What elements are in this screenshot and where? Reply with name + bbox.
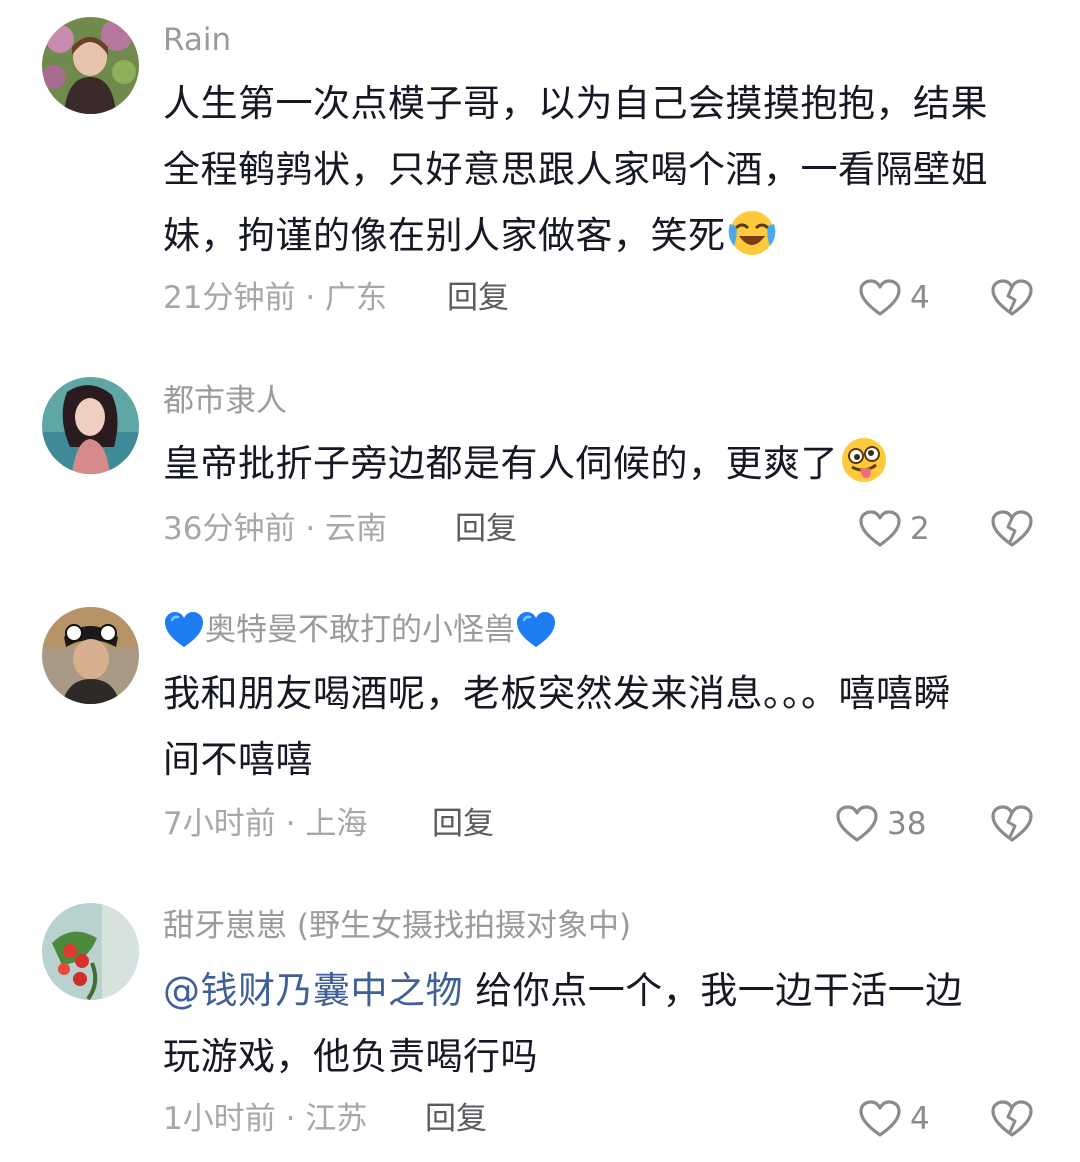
location: 上海: [305, 806, 368, 842]
location: 广东: [325, 280, 388, 316]
like-count: 4: [910, 280, 930, 316]
comment-line: 我和朋友喝酒呢，老板突然发来消息。。。嘻嘻瞬: [163, 672, 951, 715]
mention-link[interactable]: @钱财乃囊中之物: [163, 969, 463, 1012]
comment-line-text: 皇帝批折子旁边都是有人伺候的，更爽了: [163, 442, 838, 485]
comment-meta: 36分钟前 · 云南: [163, 509, 387, 549]
username[interactable]: 甜牙崽崽 (野生女摄找拍摄对象中): [163, 906, 631, 946]
avatar[interactable]: [42, 903, 139, 1000]
broken-heart-icon: [990, 278, 1034, 318]
username-text: 奥特曼不敢打的小怪兽: [205, 612, 515, 648]
separator: ·: [305, 280, 316, 316]
comment-line: 玩游戏，他负责喝行吗: [163, 1035, 538, 1078]
timestamp: 1小时前: [163, 1101, 276, 1137]
comment-line: @钱财乃囊中之物 给你点一个，我一边干活一边: [163, 958, 1043, 1024]
separator: ·: [285, 1101, 296, 1137]
broken-heart-icon: [990, 1099, 1034, 1139]
like-count: 2: [910, 511, 930, 547]
avatar[interactable]: [42, 607, 139, 704]
comment-line: 间不嘻嘻: [163, 738, 313, 781]
comment-meta: 1小时前 · 江苏: [163, 1099, 367, 1139]
comment-line: 妹，拘谨的像在别人家做客，笑死: [163, 203, 1043, 269]
username[interactable]: 都市隶人: [163, 381, 287, 421]
comment-line-text: 给你点一个，我一边干活一边: [463, 969, 963, 1012]
blue-heart-icon: [163, 610, 205, 650]
comment-line: 皇帝批折子旁边都是有人伺候的，更爽了: [163, 431, 1043, 497]
heart-icon: [858, 509, 910, 549]
like-count: 38: [887, 806, 927, 842]
timestamp: 21分钟前: [163, 280, 296, 316]
reply-button[interactable]: 回复: [432, 804, 494, 844]
comment-line: 人生第一次点模子哥，以为自己会摸摸抱抱，结果: [163, 82, 988, 125]
like-button[interactable]: 2: [858, 509, 930, 549]
heart-icon: [835, 804, 887, 844]
dislike-button[interactable]: [990, 1099, 1034, 1139]
comment-text: 皇帝批折子旁边都是有人伺候的，更爽了: [163, 431, 1043, 497]
like-button[interactable]: 38: [835, 804, 926, 844]
comment-line: 全程鹌鹑状，只好意思跟人家喝个酒，一看隔壁姐: [163, 148, 988, 191]
laughing-crying-emoji: [726, 206, 778, 258]
dislike-button[interactable]: [990, 509, 1034, 549]
location: 江苏: [305, 1101, 368, 1137]
heart-icon: [858, 1099, 910, 1139]
comment-line-text: 妹，拘谨的像在别人家做客，笑死: [163, 214, 726, 257]
comment-text: 人生第一次点模子哥，以为自己会摸摸抱抱，结果 全程鹌鹑状，只好意思跟人家喝个酒，…: [163, 71, 1043, 269]
reply-button[interactable]: 回复: [425, 1099, 487, 1139]
like-button[interactable]: 4: [858, 278, 930, 318]
like-button[interactable]: 4: [858, 1099, 930, 1139]
username[interactable]: Rain: [163, 20, 231, 60]
avatar[interactable]: [42, 17, 139, 114]
reply-button[interactable]: 回复: [447, 278, 509, 318]
location: 云南: [325, 511, 388, 547]
username[interactable]: 奥特曼不敢打的小怪兽: [163, 610, 557, 650]
comment-meta: 21分钟前 · 广东: [163, 278, 387, 318]
separator: ·: [305, 511, 316, 547]
timestamp: 36分钟前: [163, 511, 296, 547]
comment-meta: 7小时前 · 上海: [163, 804, 367, 844]
timestamp: 7小时前: [163, 806, 276, 842]
comment-text: @钱财乃囊中之物 给你点一个，我一边干活一边 玩游戏，他负责喝行吗: [163, 958, 1043, 1090]
broken-heart-icon: [990, 804, 1034, 844]
comment-text: 我和朋友喝酒呢，老板突然发来消息。。。嘻嘻瞬 间不嘻嘻: [163, 661, 1043, 793]
dislike-button[interactable]: [990, 804, 1034, 844]
separator: ·: [285, 806, 296, 842]
dislike-button[interactable]: [990, 278, 1034, 318]
reply-button[interactable]: 回复: [455, 509, 517, 549]
blue-heart-icon: [515, 610, 557, 650]
heart-icon: [858, 278, 910, 318]
avatar[interactable]: [42, 377, 139, 474]
silly-tongue-emoji: [838, 434, 890, 486]
broken-heart-icon: [990, 509, 1034, 549]
like-count: 4: [910, 1101, 930, 1137]
